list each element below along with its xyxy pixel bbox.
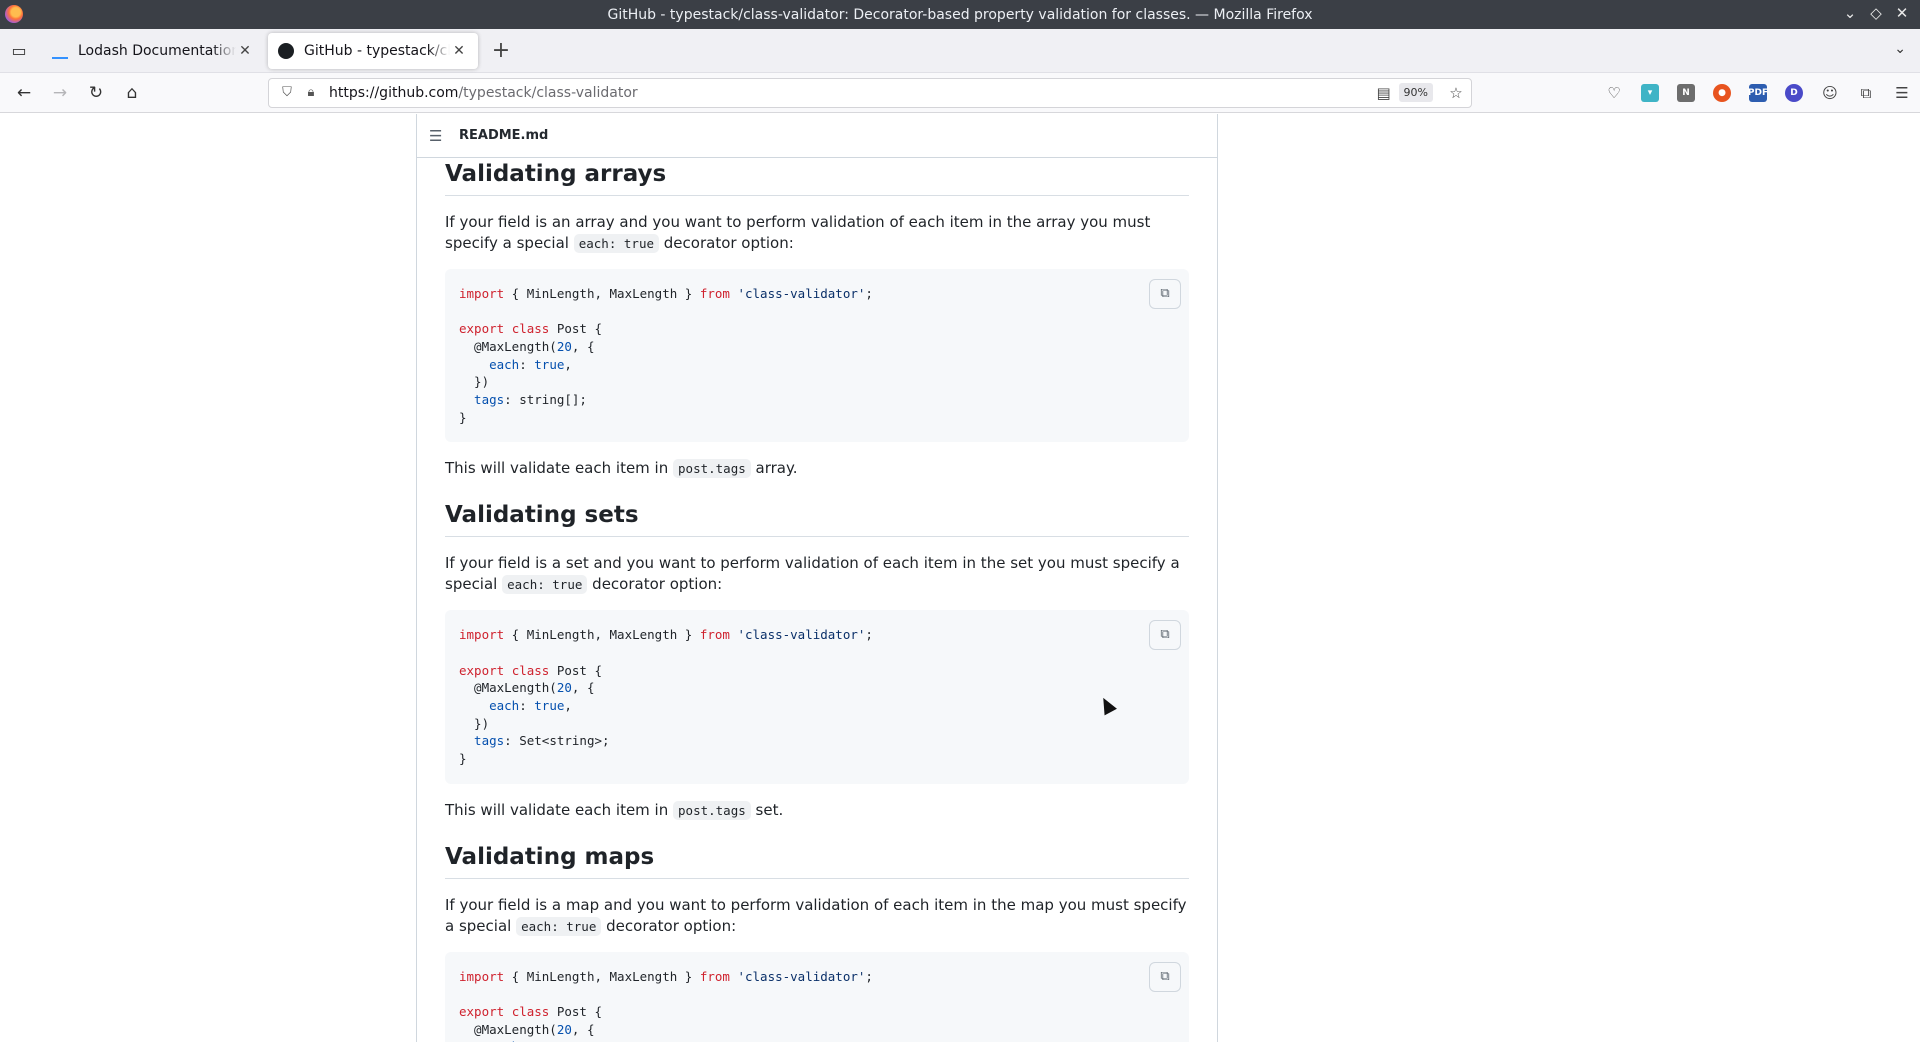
maximize-icon[interactable]: ◇: [1866, 4, 1886, 22]
readme-filename[interactable]: README.md: [459, 128, 548, 143]
window-titlebar: GitHub - typestack/class-validator: Deco…: [0, 0, 1920, 29]
pocket-icon[interactable]: ♡: [1596, 81, 1632, 105]
forward-button[interactable]: →: [42, 83, 78, 103]
tracking-protection-icon[interactable]: ⛉: [275, 85, 299, 100]
account-icon[interactable]: ☺: [1812, 81, 1848, 105]
save-extension-icon[interactable]: ▾: [1632, 81, 1668, 105]
readme-header: ☰ README.md: [417, 114, 1217, 158]
section-intro: If your field is a set and you want to p…: [445, 554, 1180, 595]
lodash-favicon-icon: [52, 49, 68, 59]
close-tab-icon[interactable]: ✕: [450, 43, 468, 59]
firefox-view-icon[interactable]: ▭: [0, 41, 38, 60]
section-heading: Validating maps: [445, 843, 1189, 879]
home-button[interactable]: ⌂: [114, 83, 150, 103]
tab-label: GitHub - typestack/class-validator: [304, 42, 450, 59]
minimize-icon[interactable]: ⌄: [1840, 4, 1860, 22]
url-bar[interactable]: ⛉ 🔒︎ https://github.com/typestack/class-…: [268, 77, 1472, 108]
table-of-contents-icon[interactable]: ☰: [429, 127, 459, 145]
copy-icon[interactable]: ⧉: [1149, 278, 1181, 309]
code-block[interactable]: import { MinLength, MaxLength } from 'cl…: [445, 268, 1189, 443]
extension-new-icon[interactable]: N: [1668, 81, 1704, 105]
readme-panel: ☰ README.md Validating arrays If your fi…: [416, 114, 1218, 1042]
back-button[interactable]: ←: [6, 83, 42, 103]
section-intro: If your field is an array and you want t…: [445, 212, 1151, 253]
toolbar-right: ♡ ▾ N ● PDF D ☺ ⧉ ☰: [1596, 73, 1920, 113]
new-tab-button[interactable]: +: [484, 38, 518, 63]
section-heading: Validating sets: [445, 501, 1189, 538]
list-all-tabs-icon[interactable]: ⌄: [1894, 41, 1906, 57]
menu-hamburger-icon[interactable]: ☰: [1884, 81, 1920, 105]
zoom-level[interactable]: 90%: [1398, 83, 1433, 102]
bookmark-star-icon[interactable]: ☆: [1441, 84, 1471, 102]
github-favicon-icon: [278, 42, 294, 59]
window-controls: ⌄ ◇ ✕: [1840, 4, 1912, 22]
code-block[interactable]: import { MinLength, MaxLength } from 'cl…: [445, 610, 1189, 784]
extensions-puzzle-icon[interactable]: ⧉: [1848, 81, 1884, 105]
close-window-icon[interactable]: ✕: [1892, 4, 1912, 22]
reader-view-icon[interactable]: ▤: [1369, 84, 1399, 102]
copy-icon[interactable]: ⧉: [1149, 620, 1181, 651]
markdown-body: Validating arrays If your field is an ar…: [417, 160, 1217, 1042]
tab-bar: ▭ Lodash Documentation ✕ GitHub - typest…: [0, 29, 1920, 73]
lock-icon[interactable]: 🔒︎: [299, 85, 323, 100]
section-outro: This will validate each item in post.tag…: [445, 459, 798, 479]
section-intro: If your field is a map and you want to p…: [445, 895, 1187, 936]
duckduckgo-icon[interactable]: ●: [1704, 81, 1740, 105]
code-block[interactable]: import { MinLength, MaxLength } from 'cl…: [445, 951, 1189, 1042]
pdf-extension-icon[interactable]: PDF: [1740, 81, 1776, 105]
tab-lodash[interactable]: Lodash Documentation ✕: [42, 33, 264, 69]
section-heading: Validating arrays: [445, 160, 1189, 196]
window-title: GitHub - typestack/class-validator: Deco…: [607, 6, 1313, 23]
url-text[interactable]: https://github.com/typestack/class-valid…: [323, 85, 1369, 101]
navigation-bar: ← → ↻ ⌂ ⛉ 🔒︎ https://github.com/typestac…: [0, 73, 1920, 113]
d-extension-icon[interactable]: D: [1776, 81, 1812, 105]
close-tab-icon[interactable]: ✕: [236, 43, 254, 59]
tab-label: Lodash Documentation: [78, 42, 236, 59]
section-outro: This will validate each item in post.tag…: [445, 800, 784, 820]
copy-icon[interactable]: ⧉: [1149, 961, 1181, 992]
reload-button[interactable]: ↻: [78, 83, 114, 103]
firefox-logo-icon: [5, 5, 23, 23]
page-content: ☰ README.md Validating arrays If your fi…: [0, 114, 1920, 1042]
tab-github[interactable]: GitHub - typestack/class-validator ✕: [268, 32, 478, 69]
